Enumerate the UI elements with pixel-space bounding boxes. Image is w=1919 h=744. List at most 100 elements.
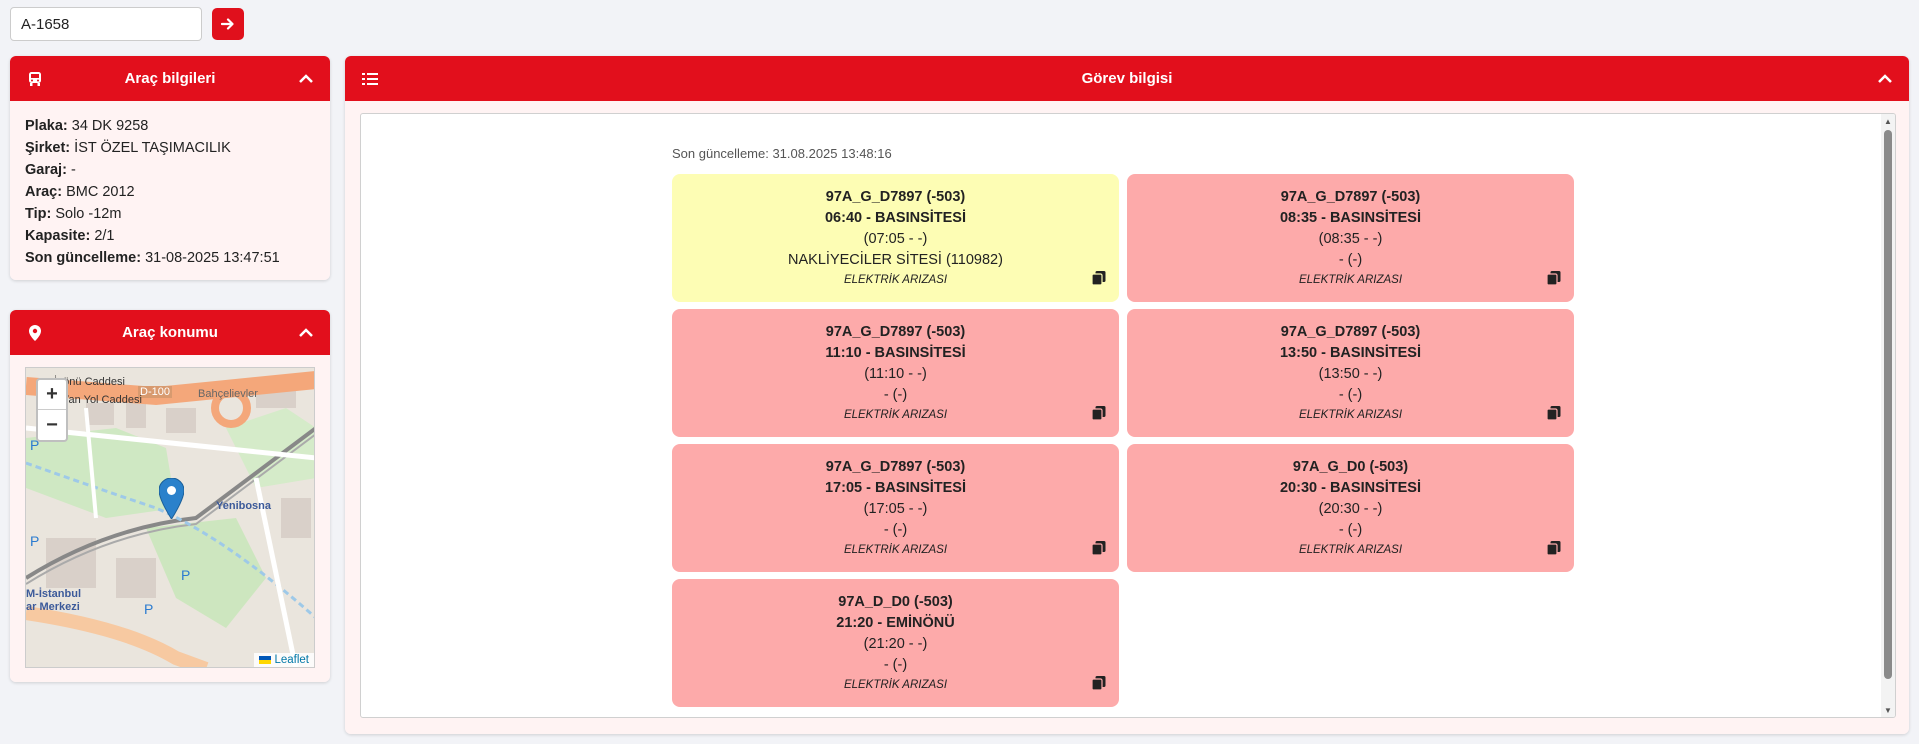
info-vehicle: Araç: BMC 2012	[25, 181, 315, 203]
copy-icon[interactable]	[1091, 540, 1107, 556]
vehicle-search-input[interactable]	[10, 7, 202, 41]
task-card: 97A_G_D7897 (-503) 13:50 - BASINSİTESİ (…	[1127, 309, 1574, 437]
task-actual-time: (21:20 - -)	[863, 636, 928, 652]
task-info-body: Son güncelleme: 31.08.2025 13:48:16 97A_…	[345, 101, 1909, 734]
vehicle-info-panel: Araç bilgileri Plaka: 34 DK 9258 Şirket:…	[10, 56, 330, 280]
task-frame: Son güncelleme: 31.08.2025 13:48:16 97A_…	[360, 113, 1896, 718]
task-card: 97A_G_D0 (-503) 20:30 - BASINSİTESİ (20:…	[1127, 444, 1574, 572]
task-last-update: Son güncelleme: 31.08.2025 13:48:16	[672, 146, 892, 161]
task-location: - (-)	[1338, 522, 1363, 538]
task-card-grid: 97A_G_D7897 (-503) 06:40 - BASINSİTESİ (…	[672, 174, 1575, 707]
vehicle-info-collapse-button[interactable]	[298, 71, 314, 87]
chevron-up-icon	[299, 327, 313, 337]
copy-icon[interactable]	[1546, 405, 1562, 421]
bus-icon	[26, 70, 44, 88]
task-time-stop: 17:05 - BASINSİTESİ	[824, 480, 966, 496]
map-pin-icon	[26, 324, 44, 342]
scroll-thumb[interactable]	[1884, 130, 1892, 679]
zoom-out-button[interactable]: −	[38, 410, 66, 440]
task-actual-time: (11:10 - -)	[864, 366, 927, 382]
info-value: İST ÖZEL TAŞIMACILIK	[74, 140, 231, 156]
task-card: 97A_G_D7897 (-503) 11:10 - BASINSİTESİ (…	[672, 309, 1119, 437]
info-value: BMC 2012	[66, 184, 135, 200]
copy-icon[interactable]	[1091, 405, 1107, 421]
task-card: 97A_D_D0 (-503) 21:20 - EMİNÖNÜ (21:20 -…	[672, 579, 1119, 707]
info-value: -	[70, 162, 76, 178]
task-card: 97A_G_D7897 (-503) 08:35 - BASINSİTESİ (…	[1127, 174, 1574, 302]
task-location: - (-)	[883, 657, 908, 673]
task-location: - (-)	[1338, 252, 1363, 268]
task-route: 97A_D_D0 (-503)	[838, 594, 953, 610]
map-view[interactable]: P P P P D-100 Bahçelievler İnönü Caddesi…	[25, 367, 315, 668]
map-label-district: Bahçelievler	[198, 388, 258, 400]
info-type: Tip: Solo -12m	[25, 203, 315, 225]
search-go-button[interactable]	[212, 8, 244, 40]
task-time-stop: 21:20 - EMİNÖNÜ	[836, 615, 955, 631]
attribution-link[interactable]: Leaflet	[274, 654, 309, 666]
vehicle-info-body: Plaka: 34 DK 9258 Şirket: İST ÖZEL TAŞIM…	[10, 101, 330, 280]
scroll-up-arrow-icon[interactable]: ▲	[1881, 114, 1895, 128]
task-scrollbar[interactable]: ▲ ▼	[1881, 114, 1895, 717]
map-label-mall: ar Merkezi	[26, 601, 80, 613]
task-route: 97A_G_D7897 (-503)	[825, 189, 966, 205]
task-time-stop: 06:40 - BASINSİTESİ	[824, 210, 966, 226]
scroll-down-arrow-icon[interactable]: ▼	[1881, 703, 1895, 717]
task-time-stop: 11:10 - BASINSİTESİ	[825, 345, 966, 361]
task-actual-time: (20:30 - -)	[1318, 501, 1383, 517]
info-value: 31-08-2025 13:47:51	[145, 250, 280, 266]
info-value: 2/1	[94, 228, 115, 244]
info-value: 34 DK 9258	[71, 118, 149, 134]
task-actual-time: (13:50 - -)	[1318, 366, 1383, 382]
copy-icon[interactable]	[1546, 540, 1562, 556]
task-card: 97A_G_D7897 (-503) 06:40 - BASINSİTESİ (…	[672, 174, 1119, 302]
map-label-mall: M-İstanbul	[26, 588, 81, 600]
svg-text:P: P	[30, 533, 39, 549]
task-actual-time: (08:35 - -)	[1318, 231, 1383, 247]
task-route: 97A_G_D7897 (-503)	[1280, 189, 1421, 205]
map-zoom-control: + −	[36, 378, 68, 442]
chevron-up-icon	[299, 73, 313, 83]
chevron-up-icon	[1878, 73, 1892, 83]
search-row	[10, 7, 244, 41]
ukraine-flag-icon	[259, 655, 272, 664]
info-label: Araç:	[25, 184, 63, 200]
info-label: Şirket:	[25, 140, 71, 156]
task-reason: ELEKTRİK ARIZASI	[1298, 544, 1403, 556]
task-location: - (-)	[883, 387, 908, 403]
zoom-in-button[interactable]: +	[38, 380, 66, 410]
copy-icon[interactable]	[1091, 270, 1107, 286]
info-label: Son güncelleme:	[25, 250, 142, 266]
task-reason: ELEKTRİK ARIZASI	[843, 274, 948, 286]
info-plate: Plaka: 34 DK 9258	[25, 115, 315, 137]
map-label-street: Yan Yol Caddesi	[62, 394, 142, 406]
info-last-update: Son güncelleme: 31-08-2025 13:47:51	[25, 247, 315, 269]
task-info-title: Görev bilgisi	[1081, 70, 1173, 87]
map-label-station: Yenibosna	[216, 500, 272, 512]
task-time-stop: 20:30 - BASINSİTESİ	[1279, 480, 1421, 496]
vehicle-location-collapse-button[interactable]	[298, 325, 314, 341]
task-location: - (-)	[883, 522, 908, 538]
vehicle-location-panel: Araç konumu P P P P D-100 Bahçelievler İ…	[10, 310, 330, 682]
vehicle-location-body: P P P P D-100 Bahçelievler İnönü Caddesi…	[10, 355, 330, 682]
task-reason: ELEKTRİK ARIZASI	[1298, 274, 1403, 286]
info-label: Garaj:	[25, 162, 67, 178]
arrow-right-icon	[221, 18, 234, 30]
task-actual-time: (17:05 - -)	[863, 501, 928, 517]
task-reason: ELEKTRİK ARIZASI	[843, 679, 948, 691]
task-route: 97A_G_D7897 (-503)	[825, 324, 966, 340]
info-garage: Garaj: -	[25, 159, 315, 181]
task-time-stop: 13:50 - BASINSİTESİ	[1279, 345, 1421, 361]
map-attribution[interactable]: Leaflet	[254, 653, 314, 667]
list-icon	[361, 70, 379, 88]
task-time-stop: 08:35 - BASINSİTESİ	[1279, 210, 1421, 226]
vehicle-location-title: Araç konumu	[122, 324, 218, 341]
info-value: Solo -12m	[55, 206, 122, 222]
copy-icon[interactable]	[1546, 270, 1562, 286]
task-location: NAKLİYECİLER SİTESİ (110982)	[788, 252, 1003, 268]
copy-icon[interactable]	[1091, 675, 1107, 691]
task-info-collapse-button[interactable]	[1877, 71, 1893, 87]
task-info-panel: Görev bilgisi Son güncelleme: 31.08.2025…	[345, 56, 1909, 734]
vehicle-info-title: Araç bilgileri	[124, 70, 216, 87]
info-label: Plaka:	[25, 118, 68, 134]
task-location: - (-)	[1338, 387, 1363, 403]
